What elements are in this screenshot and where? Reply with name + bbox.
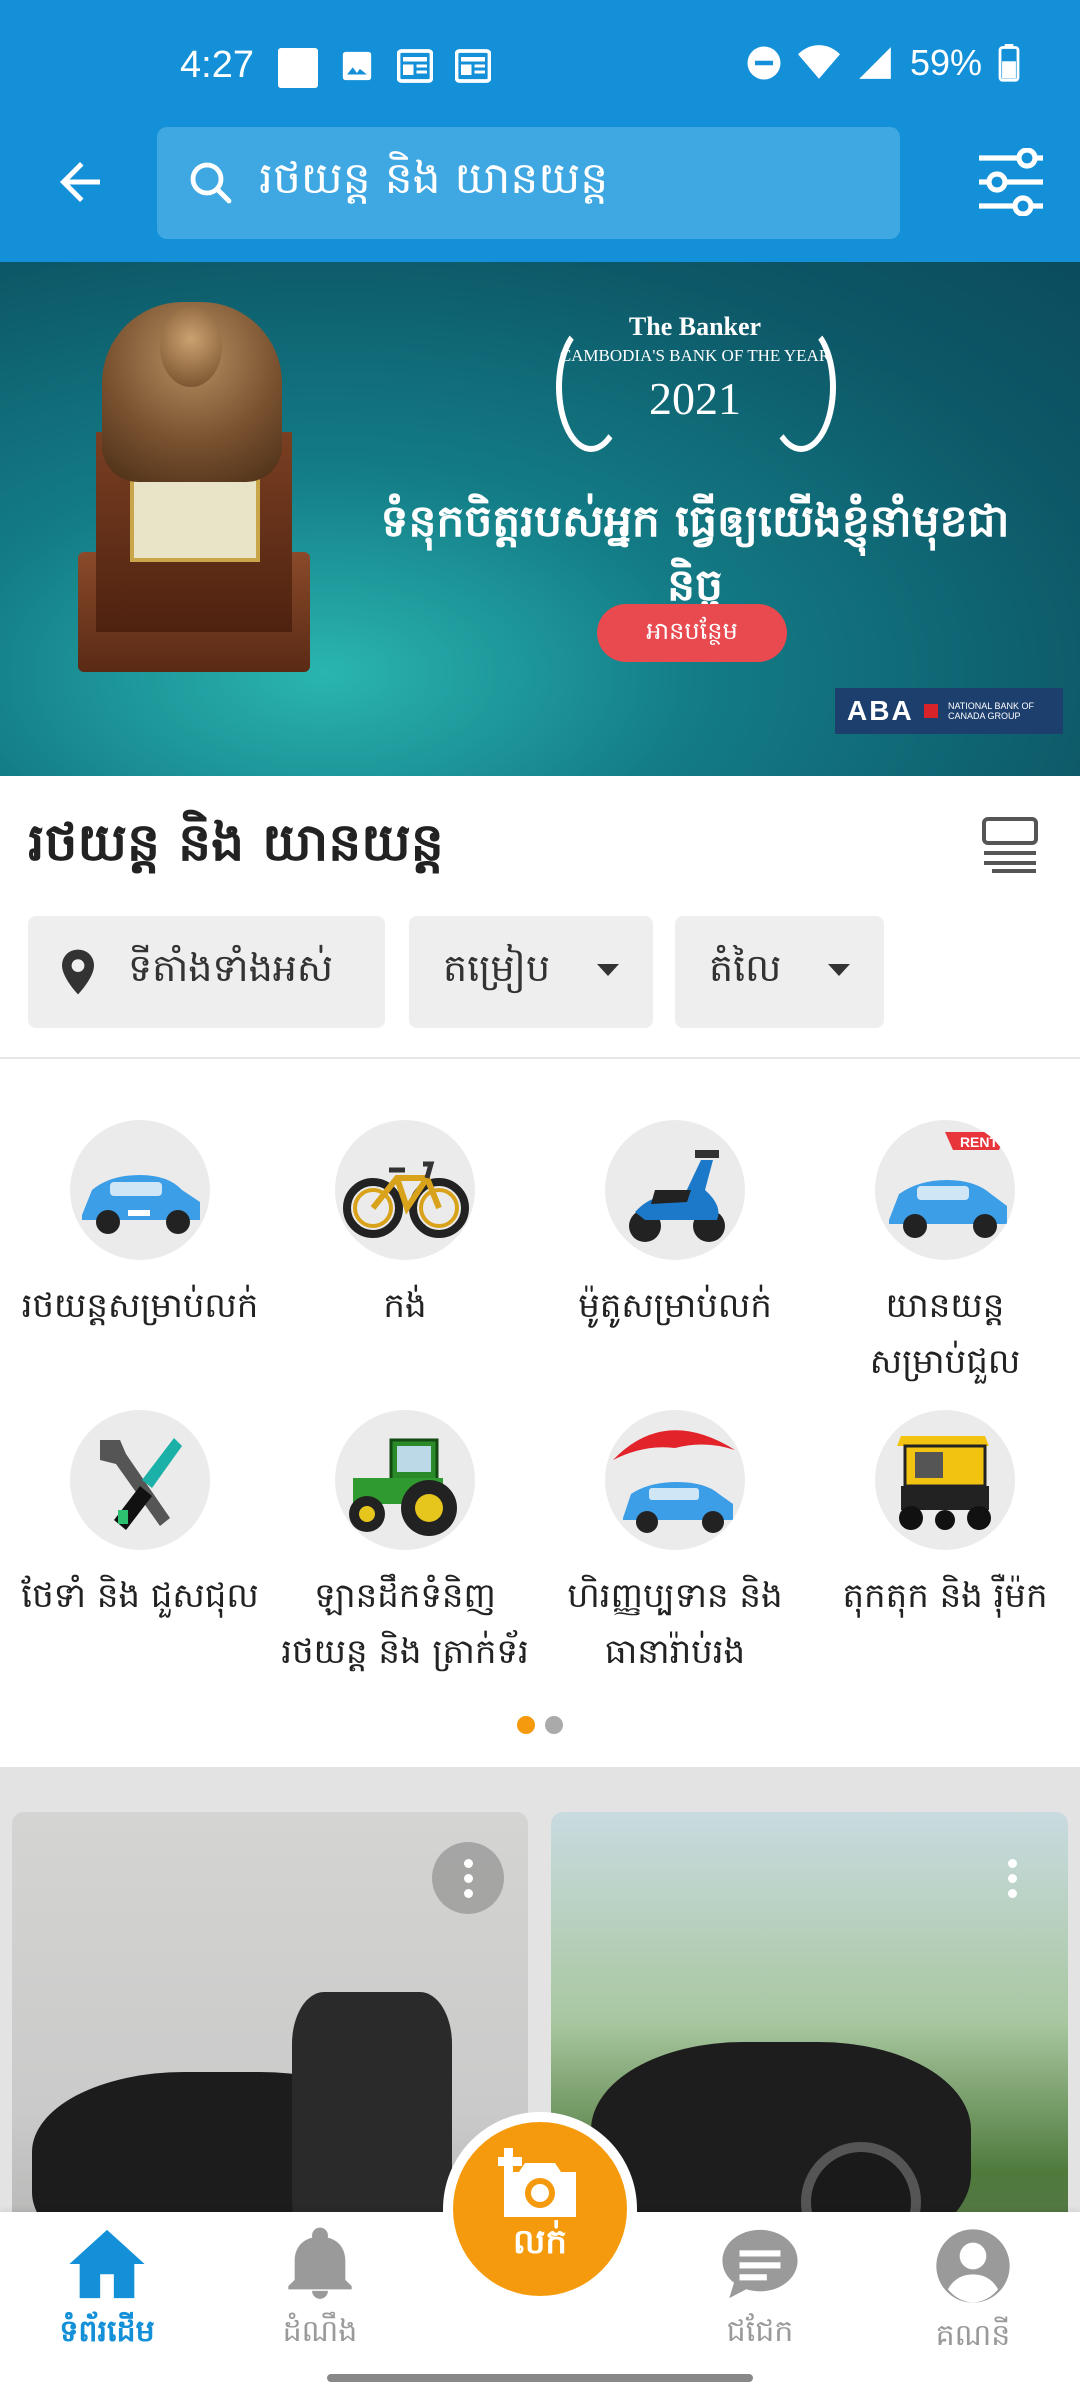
category-label-line2: សម្រាប់ជួល (869, 1342, 1021, 1382)
car-icon (70, 1120, 210, 1260)
battery-icon (998, 44, 1020, 82)
category-bicycles[interactable]: កង់ (270, 1120, 540, 1334)
nav-chat-label: ជជែក (726, 2314, 794, 2349)
nav-account[interactable]: គណនី (873, 2226, 1073, 2360)
bell-icon (288, 2227, 352, 2299)
pager-dot-active[interactable] (517, 1716, 535, 1734)
search-query: រថយន្ត និង យានយន្ត (259, 153, 609, 204)
category-label: ថែទាំ និង ជួសជុល (21, 1576, 259, 1616)
back-button[interactable] (50, 152, 110, 212)
search-input[interactable]: រថយន្ត និង យានយន្ត (157, 127, 900, 239)
page-title: រថយន្ត និង យានយន្ត (28, 813, 444, 873)
caret-down-icon (828, 964, 850, 976)
nav-notifications[interactable]: ដំណឹង (220, 2226, 420, 2356)
news-icon (396, 48, 434, 84)
category-label-line1: ហិរញ្ញប្បទាន និង (567, 1576, 783, 1616)
price-dropdown[interactable]: តំលៃ (675, 916, 884, 1028)
sliders-icon (979, 147, 1043, 217)
scooter-icon (605, 1120, 745, 1260)
award-year: 2021 (649, 373, 741, 424)
category-label-line2: រថយន្ត និង ត្រាក់ទ័រ (281, 1632, 529, 1672)
award-title: CAMBODIA'S BANK OF THE YEAR (559, 346, 831, 365)
category-trucks-tractors[interactable]: ឡានដឹកទំនិញ រថយន្ត និង ត្រាក់ទ័រ (270, 1410, 540, 1680)
category-label: រថយន្តសម្រាប់លក់ (21, 1286, 259, 1326)
wifi-icon (797, 45, 840, 79)
sell-button[interactable]: លក់ (453, 2122, 627, 2296)
nav-chat[interactable]: ជជែក (660, 2226, 860, 2356)
divider (0, 1057, 1080, 1059)
award-publication: The Banker (628, 312, 762, 341)
tuktuk-icon (875, 1410, 1015, 1550)
category-label-line1: ឡានដឹកទំនិញ (314, 1576, 496, 1616)
price-dropdown-label: តំលៃ (709, 946, 782, 990)
category-maintenance-repair[interactable]: ថែទាំ និង ជួសជុល (5, 1410, 275, 1624)
category-label: តុកតុក និង រ៉ឺម៉ក (842, 1576, 1048, 1616)
search-icon (190, 162, 232, 204)
flag-icon (923, 704, 938, 718)
insurance-icon (605, 1410, 745, 1550)
rent-car-icon: RENT (875, 1120, 1015, 1260)
category-cars-for-sale[interactable]: រថយន្តសម្រាប់លក់ (5, 1120, 275, 1334)
sell-button-label: លក់ (513, 2222, 567, 2262)
signal-icon (859, 47, 891, 79)
pager-dot[interactable] (545, 1716, 563, 1734)
nav-account-label: គណនី (935, 2318, 1011, 2353)
aba-logo: ABA NATIONAL BANK OF CANADA GROUP (835, 688, 1063, 734)
status-time: 4:27 (180, 44, 254, 86)
app-bar: រថយន្ត និង យានយន្ត (0, 100, 1080, 262)
promo-banner[interactable]: The Banker CAMBODIA'S BANK OF THE YEAR 2… (0, 262, 1080, 776)
notification-icons (278, 48, 492, 88)
arrow-left-icon (60, 162, 100, 202)
aba-brand-sub: NATIONAL BANK OF CANADA GROUP (947, 701, 1034, 721)
list-view-toggle[interactable] (980, 815, 1040, 873)
home-icon (69, 2229, 145, 2299)
dnd-icon (747, 46, 781, 80)
account-icon (936, 2229, 1010, 2303)
nav-home-label: ទំព័រដើម (59, 2314, 155, 2349)
trophy-plaque (130, 472, 260, 562)
banner-read-more-button[interactable]: អានបន្ថែម (597, 604, 787, 662)
home-indicator[interactable] (327, 2374, 753, 2382)
category-finance-insurance[interactable]: ហិរញ្ញប្បទាន និង ធានារ៉ាប់រង (540, 1410, 810, 1680)
aba-brand: ABA (847, 695, 914, 726)
system-icons: 59% (746, 42, 1020, 84)
category-label-line2: ធានារ៉ាប់រង (604, 1632, 746, 1672)
tools-icon (70, 1410, 210, 1550)
more-options-button[interactable] (976, 1842, 1048, 1914)
nav-notifications-label: ដំណឹង (282, 2314, 358, 2349)
battery-percent: 59% (909, 42, 982, 83)
sort-dropdown[interactable]: តម្រៀប (409, 916, 653, 1028)
tractor-icon (335, 1410, 475, 1550)
add-photo-icon (498, 2148, 576, 2217)
category-vehicles-for-rent[interactable]: RENT យានយន្ត សម្រាប់ជួល (810, 1120, 1080, 1390)
news-icon-2 (454, 48, 492, 84)
sort-dropdown-label: តម្រៀប (443, 946, 551, 990)
more-options-button[interactable] (432, 1842, 504, 1914)
bicycle-icon (335, 1120, 475, 1260)
rent-badge-text: RENT (960, 1134, 999, 1150)
chat-icon (722, 2229, 798, 2299)
location-pin-icon (62, 949, 94, 995)
list-view-icon (982, 817, 1038, 873)
category-label: កង់ (383, 1286, 427, 1326)
image-icon (338, 48, 376, 84)
nav-home[interactable]: ទំព័រដើម (7, 2226, 207, 2356)
category-motorcycles-for-sale[interactable]: ម៉ូតូសម្រាប់លក់ (540, 1120, 810, 1334)
filter-settings-button[interactable] (975, 147, 1047, 217)
award-block: The Banker CAMBODIA'S BANK OF THE YEAR 2… (540, 312, 850, 425)
trophy-head-image (160, 307, 222, 387)
category-label-line1: យានយន្ត (885, 1286, 1005, 1326)
category-label: ម៉ូតូសម្រាប់លក់ (578, 1286, 772, 1326)
category-tuktuk-remork[interactable]: តុកតុក និង រ៉ឺម៉ក (810, 1410, 1080, 1624)
caret-down-icon (597, 964, 619, 976)
location-filter-label: ទីតាំងទាំងអស់ (128, 946, 334, 990)
notification-square-icon (278, 48, 318, 88)
banner-slogan: ទំនុកចិត្តរបស់អ្នក ធ្វើឲ្យយើងខ្ញុំនាំមុខ… (380, 496, 1010, 611)
location-filter[interactable]: ទីតាំងទាំងអស់ (28, 916, 385, 1028)
